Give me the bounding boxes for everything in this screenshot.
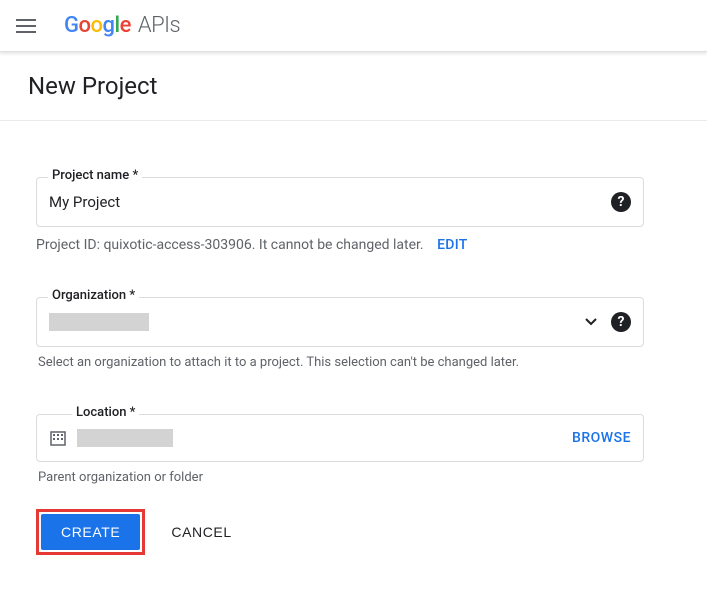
top-bar: Google APIs xyxy=(0,0,707,52)
location-label: Location * xyxy=(72,405,139,420)
help-icon[interactable]: ? xyxy=(611,192,631,212)
new-project-form: Project name * ? Project ID: quixotic-ac… xyxy=(0,121,680,591)
project-id-hint: Project ID: quixotic-access-303906. It c… xyxy=(36,237,644,253)
button-row: CREATE CANCEL xyxy=(36,509,644,555)
page-title: New Project xyxy=(0,52,707,121)
chevron-down-icon[interactable] xyxy=(585,318,597,326)
cancel-button[interactable]: CANCEL xyxy=(163,514,239,550)
project-name-label: Project name * xyxy=(48,168,142,183)
create-button[interactable]: CREATE xyxy=(41,514,140,550)
location-field[interactable]: BROWSE xyxy=(36,414,644,462)
create-button-highlight: CREATE xyxy=(36,509,145,555)
location-value-redacted xyxy=(77,429,173,447)
project-name-field[interactable]: ? xyxy=(36,177,644,227)
organization-value-redacted xyxy=(49,313,149,331)
edit-project-id-link[interactable]: EDIT xyxy=(437,237,468,253)
help-icon[interactable]: ? xyxy=(611,312,631,332)
project-name-input[interactable] xyxy=(49,193,611,211)
organization-label: Organization * xyxy=(48,288,139,303)
organization-hint: Select an organization to attach it to a… xyxy=(36,355,644,370)
google-apis-logo: Google APIs xyxy=(64,13,180,38)
location-hint: Parent organization or folder xyxy=(36,470,644,485)
browse-location-link[interactable]: BROWSE xyxy=(572,430,631,446)
building-icon xyxy=(49,429,67,447)
hamburger-menu-icon[interactable] xyxy=(16,14,40,38)
organization-select[interactable]: ? xyxy=(36,297,644,347)
